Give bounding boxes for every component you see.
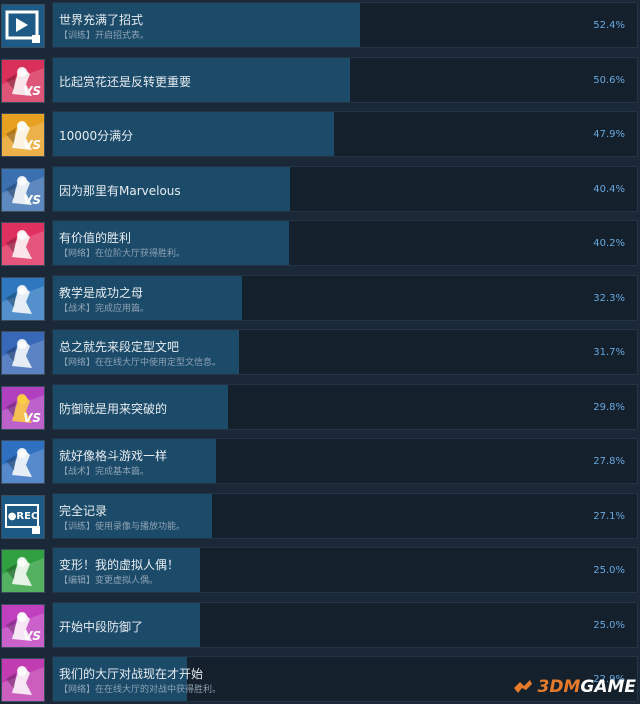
achievement-progress-track: 教学是成功之母【战术】完成应用篇。 32.3% [52,274,638,321]
achievement-description: 【训练】开启招式表。 [59,31,150,41]
achievement-description: 【战术】完成基本篇。 [59,467,150,477]
achievement-title: 世界充满了招式 [59,13,144,27]
icon-badge: VS [23,410,41,425]
icon-badge: VS [23,138,41,152]
achievement-percent: 27.1% [593,510,625,522]
achievement-percent: 32.3% [593,292,625,304]
versus-character-icon: VS [1,385,45,430]
achievement-row[interactable]: 有价值的胜利【网络】在位阶大厅获得胜利。 40.2% [0,220,640,268]
achievement-progress-track: 有价值的胜利【网络】在位阶大厅获得胜利。 40.2% [52,220,638,266]
versus-character-icon: VS [1,603,45,648]
achievement-row[interactable]: 就好像格斗游戏一样【战术】完成基本篇。 27.8% [0,438,640,486]
achievement-title: 10000分满分 [59,129,134,143]
achievement-percent: 25.0% [593,565,625,576]
versus-character-icon: VS [1,58,45,103]
versus-character-icon [1,440,45,484]
achievement-progress-track: 总之就先来段定型文吧【网络】在在线大厅中使用定型文信息。 31.7% [52,329,638,375]
achievement-title: 防御就是用来突破的 [59,401,168,416]
achievement-description: 【战术】完成应用篇。 [59,303,150,314]
achievement-percent: 47.9% [593,129,625,140]
achievement-progress-track: 变形！我的虚拟人偶！ 【编辑】变更虚拟人偶。 25.0% [52,547,638,593]
achievement-progress-track: 防御就是用来突破的 29.8% [52,383,638,430]
achievement-percent: 52.4% [593,20,625,31]
achievement-percent: 40.2% [593,238,625,249]
achievement-title: 我们的大厅对战现在才开始 [59,667,204,681]
achievement-progress-track: 完全记录【训练】使用录像与播放功能。 27.1% [52,492,638,539]
achievement-percent: 50.6% [593,74,625,86]
achievement-progress-track: 10000分满分 47.9% [52,111,638,157]
achievement-row[interactable]: 总之就先来段定型文吧【网络】在在线大厅中使用定型文信息。 31.7% [0,329,640,377]
record-icon: ●REC [1,494,45,539]
achievement-title: 比起赏花还是反转更重要 [59,74,192,89]
versus-character-icon [1,222,45,266]
achievement-row[interactable]: VS 比起赏花还是反转更重要 50.6% [0,56,640,105]
achievement-title: 完全记录 [59,503,108,518]
versus-character-icon: VS [1,167,45,212]
achievement-progress-track: 比起赏花还是反转更重要 50.6% [52,56,638,103]
achievement-description: 【编辑】变更虚拟人偶。 [59,576,159,586]
achievement-row[interactable]: VS 开始中段防御了 25.0% [0,601,640,650]
versus-character-icon [1,276,45,321]
achievement-progress-track: 就好像格斗游戏一样【战术】完成基本篇。 27.8% [52,438,638,484]
icon-badge: VS [23,83,41,98]
achievement-progress-track: 世界充满了招式【训练】开启招式表。 52.4% [52,2,638,48]
versus-character-icon [1,658,45,702]
achievement-progress-track: 因为那里有Marvelous 40.4% [52,165,638,212]
deer-logo-icon [513,680,532,693]
achievement-percent: 29.8% [593,401,625,413]
achievement-title: 变形！我的虚拟人偶！ [59,558,180,572]
achievement-row[interactable]: VS 因为那里有Marvelous 40.4% [0,165,640,214]
achievement-title: 教学是成功之母 [59,285,144,300]
achievement-percent: 40.4% [593,183,625,195]
play-video-icon [1,4,45,48]
achievement-title: 有价值的胜利 [59,231,132,245]
achievement-row[interactable]: 世界充满了招式【训练】开启招式表。 52.4% [0,2,640,50]
achievement-percent: 27.8% [593,456,625,467]
watermark: 3DM GAME [512,677,636,697]
achievement-description: 【训练】使用录像与播放功能。 [59,521,186,532]
versus-character-icon: VS [1,113,45,157]
versus-character-icon [1,549,45,593]
achievement-row[interactable]: VS 10000分满分 47.9% [0,111,640,159]
icon-badge: VS [23,628,41,643]
icon-badge: VS [23,192,41,207]
achievement-progress-track: 开始中段防御了 25.0% [52,601,638,648]
achievement-description: 【网络】在位阶大厅获得胜利。 [59,249,186,259]
achievement-title: 开始中段防御了 [59,619,144,634]
icon-badge: ●REC [7,511,39,522]
achievement-description: 【网络】在在线大厅中使用定型文信息。 [59,358,222,368]
achievement-title: 就好像格斗游戏一样 [59,449,168,463]
achievement-title: 因为那里有Marvelous [59,183,181,198]
watermark-brand-a: 3DM [537,677,581,697]
achievement-row[interactable]: ●REC 完全记录【训练】使用录像与播放功能。 27.1% [0,492,640,541]
achievement-row[interactable]: 变形！我的虚拟人偶！ 【编辑】变更虚拟人偶。 25.0% [0,547,640,595]
achievement-description: 【网络】在在线大厅的对战中获得胜利。 [59,685,222,695]
versus-character-icon [1,331,45,375]
achievement-title: 总之就先来段定型文吧 [59,340,180,354]
achievement-row[interactable]: VS 防御就是用来突破的 29.8% [0,383,640,432]
achievement-row[interactable]: 教学是成功之母【战术】完成应用篇。 32.3% [0,274,640,323]
achievement-percent: 25.0% [593,619,625,631]
watermark-brand-b: GAME [580,677,636,697]
achievement-percent: 31.7% [593,347,625,358]
